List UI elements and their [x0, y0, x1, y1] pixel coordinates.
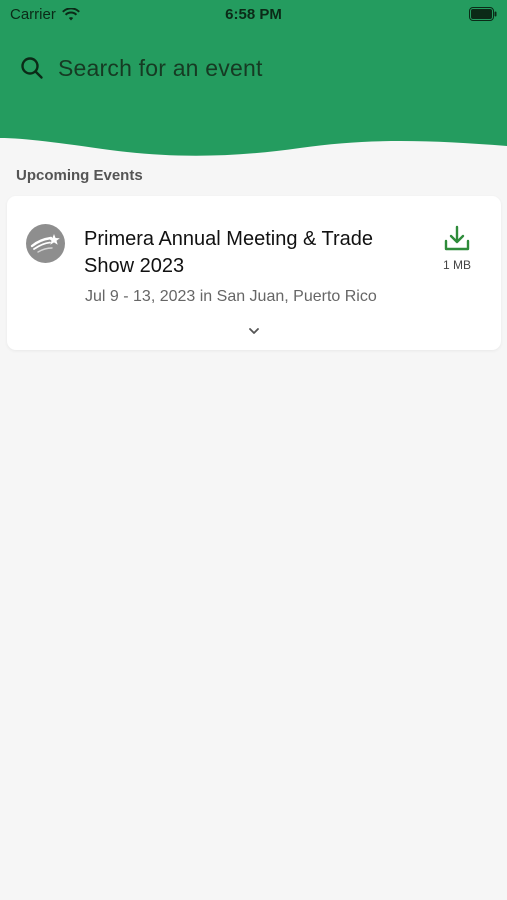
chevron-down-icon[interactable]	[247, 326, 261, 336]
battery-icon	[469, 7, 497, 21]
search-input[interactable]: Search for an event	[58, 55, 263, 82]
event-date-location: Jul 9 - 13, 2023 in San Juan, Puerto Ric…	[85, 288, 377, 305]
download-button[interactable]: 1 MB	[437, 224, 477, 272]
download-size: 1 MB	[442, 258, 471, 272]
search-bar[interactable]: Search for an event	[20, 50, 480, 86]
status-bar: Carrier 6:58 PM	[0, 0, 507, 30]
event-card[interactable]: Primera Annual Meeting & Trade Show 2023…	[7, 196, 501, 350]
status-time: 6:58 PM	[225, 6, 282, 23]
event-logo	[26, 224, 65, 263]
section-title: Upcoming Events	[16, 167, 143, 184]
event-title: Primera Annual Meeting & Trade Show 2023	[84, 228, 374, 277]
search-icon	[21, 57, 43, 79]
header: Carrier 6:58 PM Search for an event	[0, 0, 507, 160]
download-icon	[444, 225, 470, 251]
shooting-star-icon	[30, 234, 60, 253]
